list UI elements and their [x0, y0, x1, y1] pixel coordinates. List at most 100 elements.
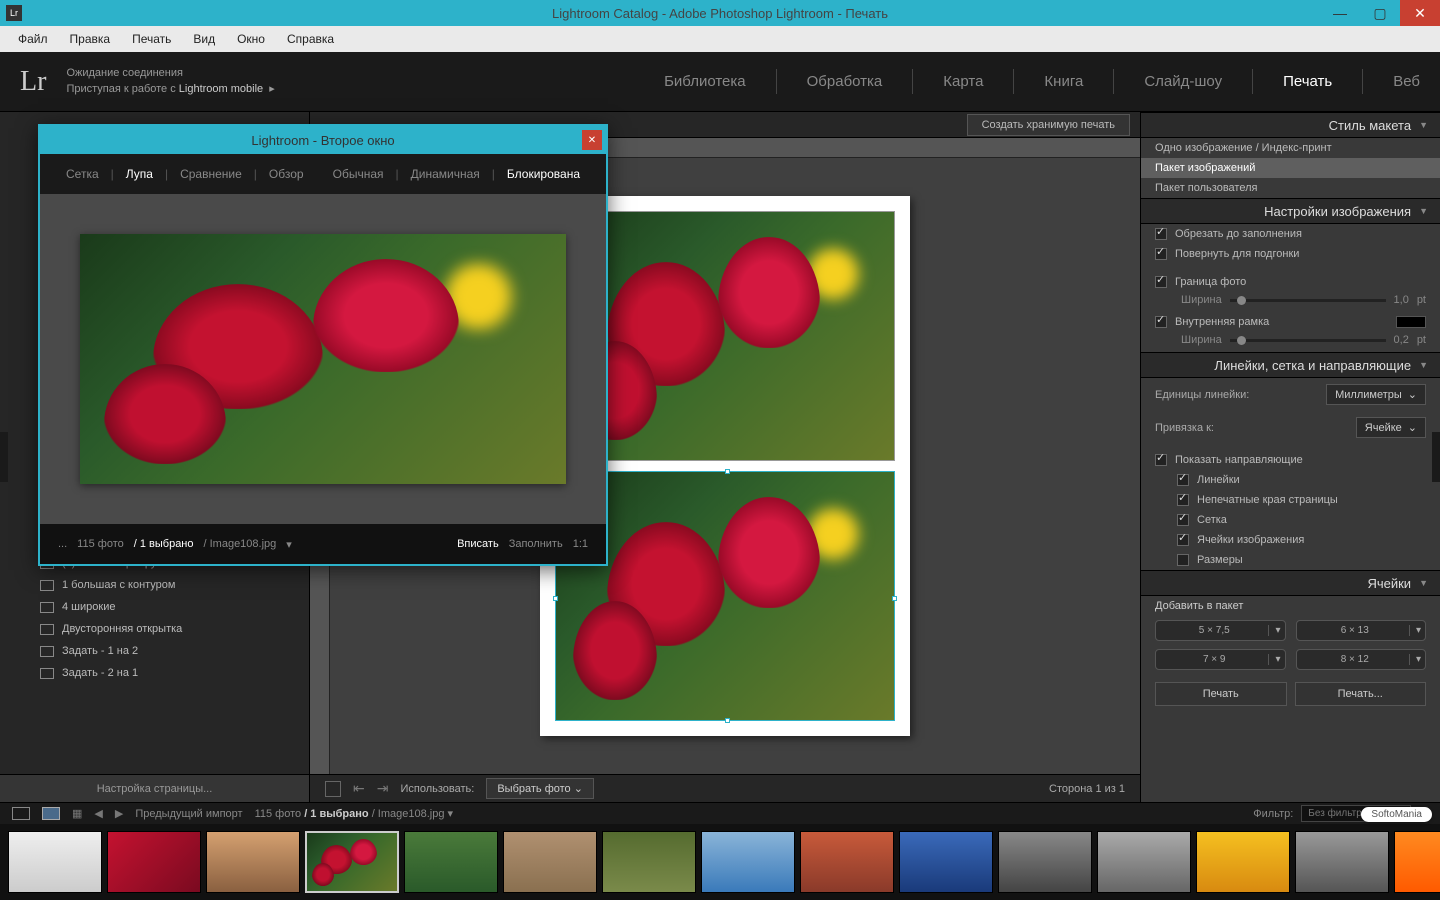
sw-tab-grid[interactable]: Сетка	[58, 163, 107, 185]
next-icon[interactable]: ▶	[115, 807, 123, 820]
stroke-width-slider[interactable]	[1230, 339, 1386, 342]
template-item[interactable]: Двусторонняя открытка	[0, 618, 309, 640]
template-item[interactable]: 1 большая с контуром	[0, 574, 309, 596]
menu-help[interactable]: Справка	[277, 29, 344, 49]
filmstrip-thumb[interactable]	[8, 831, 102, 893]
sw-mode-locked[interactable]: Блокирована	[499, 163, 588, 185]
minimize-button[interactable]: —	[1320, 0, 1360, 26]
second-window-canvas[interactable]	[40, 194, 606, 524]
left-panel-toggle[interactable]	[0, 432, 8, 482]
filmstrip-thumb[interactable]	[206, 831, 300, 893]
guide-bleed-checkbox[interactable]	[1177, 494, 1189, 506]
border-width-slider[interactable]	[1230, 299, 1386, 302]
stroke-color-swatch[interactable]	[1396, 316, 1426, 328]
template-icon	[40, 602, 54, 613]
rulers-header[interactable]: Линейки, сетка и направляющие▼	[1141, 352, 1440, 378]
snap-to-dropdown[interactable]: Ячейке⌄	[1356, 417, 1426, 438]
menu-bar: Файл Правка Печать Вид Окно Справка	[0, 26, 1440, 52]
template-item[interactable]: 4 широкие	[0, 596, 309, 618]
menu-print[interactable]: Печать	[122, 29, 181, 49]
use-dropdown[interactable]: Выбрать фото ⌄	[486, 778, 594, 799]
cell-size-button[interactable]: 6 × 13▾	[1296, 620, 1427, 641]
layout-style-header[interactable]: Стиль макета▼	[1141, 112, 1440, 138]
show-checkbox[interactable]	[325, 781, 341, 797]
guide-rulers-checkbox[interactable]	[1177, 474, 1189, 486]
grid-icon[interactable]: ▦	[72, 807, 82, 820]
filmstrip-thumb[interactable]	[998, 831, 1092, 893]
guide-dims-checkbox[interactable]	[1177, 554, 1189, 566]
main-screen-icon[interactable]	[12, 807, 30, 820]
maximize-button[interactable]: ▢	[1360, 0, 1400, 26]
menu-window[interactable]: Окно	[227, 29, 275, 49]
module-slideshow[interactable]: Слайд-шоу	[1144, 69, 1253, 94]
show-guides-checkbox[interactable]	[1155, 454, 1167, 466]
filmstrip-thumb[interactable]	[503, 831, 597, 893]
sw-fit-button[interactable]: Вписать	[457, 538, 499, 550]
inner-stroke-checkbox[interactable]	[1155, 316, 1167, 328]
print-button[interactable]: Печать	[1155, 682, 1287, 706]
template-item[interactable]: Задать - 2 на 1	[0, 662, 309, 684]
filmstrip-toolbar: ▦ ◀ ▶ Предыдущий импорт 115 фото / 1 выб…	[0, 802, 1440, 824]
cell-size-button[interactable]: 5 × 7,5▾	[1155, 620, 1286, 641]
module-develop[interactable]: Обработка	[807, 69, 914, 94]
photo-border-checkbox[interactable]	[1155, 276, 1167, 288]
guide-cells-checkbox[interactable]	[1177, 534, 1189, 546]
sw-fill-button[interactable]: Заполнить	[509, 538, 563, 550]
layout-custom[interactable]: Пакет пользователя	[1141, 178, 1440, 198]
sw-tab-loupe[interactable]: Лупа	[118, 163, 161, 185]
print-dialog-button[interactable]: Печать...	[1295, 682, 1427, 706]
prev-icon[interactable]: ◀	[94, 807, 102, 820]
sw-tab-compare[interactable]: Сравнение	[172, 163, 250, 185]
sw-tab-survey[interactable]: Обзор	[261, 163, 312, 185]
module-map[interactable]: Карта	[943, 69, 1014, 94]
cell-size-button[interactable]: 8 × 12▾	[1296, 649, 1427, 670]
filmstrip-thumb[interactable]	[107, 831, 201, 893]
menu-edit[interactable]: Правка	[60, 29, 121, 49]
filmstrip-thumb[interactable]	[602, 831, 696, 893]
ruler-units-dropdown[interactable]: Миллиметры⌄	[1326, 384, 1426, 405]
right-panel-toggle[interactable]	[1432, 432, 1440, 482]
filmstrip-thumb-selected[interactable]	[305, 831, 399, 893]
sw-mode-live[interactable]: Динамичная	[403, 163, 488, 185]
sw-ratio-button[interactable]: 1:1	[573, 538, 588, 550]
app-icon: Lr	[6, 5, 22, 21]
filmstrip-thumb[interactable]	[1295, 831, 1389, 893]
crop-fill-checkbox[interactable]	[1155, 228, 1167, 240]
filmstrip-thumb[interactable]	[1097, 831, 1191, 893]
next-page-icon[interactable]: ⇥	[377, 780, 389, 797]
layout-single[interactable]: Одно изображение / Индекс-принт	[1141, 138, 1440, 158]
template-item[interactable]: Задать - 1 на 2	[0, 640, 309, 662]
menu-view[interactable]: Вид	[183, 29, 225, 49]
second-screen-icon[interactable]	[42, 807, 60, 820]
page-setup-button[interactable]: Настройка страницы...	[0, 774, 309, 802]
image-settings-header[interactable]: Настройки изображения▼	[1141, 198, 1440, 224]
layout-package[interactable]: Пакет изображений	[1141, 158, 1440, 178]
filmstrip-thumb[interactable]	[1394, 831, 1440, 893]
filmstrip-thumb[interactable]	[800, 831, 894, 893]
filmstrip[interactable]	[0, 824, 1440, 900]
identity-plate[interactable]: Ожидание соединения Приступая к работе с…	[66, 66, 274, 97]
menu-file[interactable]: Файл	[8, 29, 58, 49]
second-window-titlebar[interactable]: Lightroom - Второе окно ✕	[40, 126, 606, 154]
prev-page-icon[interactable]: ⇤	[353, 780, 365, 797]
module-library[interactable]: Библиотека	[664, 69, 777, 94]
filmstrip-thumb[interactable]	[899, 831, 993, 893]
module-print[interactable]: Печать	[1283, 69, 1363, 94]
second-window-close-button[interactable]: ✕	[582, 130, 602, 150]
filmstrip-thumb[interactable]	[1196, 831, 1290, 893]
module-web[interactable]: Веб	[1393, 69, 1420, 94]
module-book[interactable]: Книга	[1044, 69, 1114, 94]
rotate-fit-checkbox[interactable]	[1155, 248, 1167, 260]
filmstrip-thumb[interactable]	[404, 831, 498, 893]
second-window[interactable]: Lightroom - Второе окно ✕ Сетка| Лупа| С…	[38, 124, 608, 566]
sw-mode-normal[interactable]: Обычная	[325, 163, 392, 185]
close-button[interactable]: ✕	[1400, 0, 1440, 26]
cells-header[interactable]: Ячейки▼	[1141, 570, 1440, 596]
source-label[interactable]: Предыдущий импорт	[135, 808, 242, 820]
cell-size-button[interactable]: 7 × 9▾	[1155, 649, 1286, 670]
create-saved-print-button[interactable]: Создать хранимую печать	[967, 114, 1130, 136]
template-icon	[40, 580, 54, 591]
filmstrip-thumb[interactable]	[701, 831, 795, 893]
guide-grid-checkbox[interactable]	[1177, 514, 1189, 526]
module-header: Lr Ожидание соединения Приступая к работ…	[0, 52, 1440, 112]
